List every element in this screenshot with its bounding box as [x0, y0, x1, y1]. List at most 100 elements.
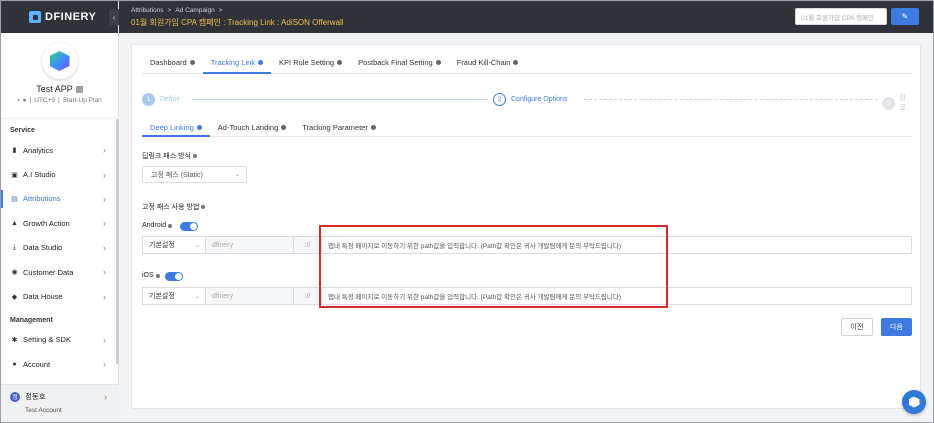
chevron-right-icon: ›: [103, 145, 106, 156]
info-icon: [155, 273, 160, 278]
app-info: Test APP ▪ ● | UTC+9 | Start-Up Plan: [1, 33, 118, 119]
info-icon: [189, 59, 195, 65]
info-icon: [513, 59, 519, 65]
edit-button[interactable]: ✎: [891, 8, 919, 25]
gear-icon: ✱: [11, 336, 18, 344]
sidebar-item-label: Growth Action: [23, 218, 70, 228]
android-scheme-select[interactable]: 기본설정 ⌄: [142, 236, 206, 254]
campaign-name-input[interactable]: 01월 회원가입 CPA 캠페인: [795, 8, 887, 25]
static-usage-label: 고정 패스 사용 방법: [142, 202, 206, 212]
step-configure-options[interactable]: 2 Configure Options: [493, 93, 567, 106]
breadcrumb-ad-campaign[interactable]: Ad Campaign: [175, 7, 214, 14]
sidebar-item-growth-action[interactable]: ▲ Growth Action ›: [1, 211, 118, 235]
sidebar-section-management: Management: [10, 316, 53, 324]
android-label: Android: [142, 222, 173, 229]
ios-toggle[interactable]: [165, 272, 183, 281]
sidebar-item-label: Data Studio: [23, 243, 63, 253]
user-row[interactable]: 정 정동호 ›: [1, 385, 119, 402]
info-icon: [258, 59, 264, 65]
user-profile[interactable]: 정 정동호 › Test Account: [1, 384, 119, 422]
stepper: 1 Define 2 Configure Options 3 완료: [142, 93, 912, 112]
info-icon: [337, 59, 343, 65]
prev-button[interactable]: 이전: [841, 318, 873, 336]
next-button[interactable]: 다음: [881, 318, 912, 336]
app-timezone: UTC+9: [34, 97, 55, 104]
info-icon: [196, 124, 202, 130]
chevron-right-icon: ›: [103, 242, 106, 253]
chevron-right-icon: ›: [103, 169, 106, 180]
tab-fraud-kill-chain[interactable]: Fraud Kill-Chain: [449, 54, 527, 74]
sidebar-item-account[interactable]: ● Account ›: [1, 352, 118, 376]
tab-deep-linking[interactable]: Deep Linking: [142, 120, 210, 137]
divider: |: [58, 97, 60, 104]
android-toggle[interactable]: [180, 222, 198, 231]
sidebar-item-analytics[interactable]: ▮ Analytics ›: [1, 138, 118, 162]
android-domain-field: dfinery: [206, 236, 294, 254]
sidebar-scrollbar[interactable]: [116, 119, 119, 364]
sidebar-item-setting-sdk[interactable]: ✱ Setting & SDK ›: [1, 328, 118, 352]
sidebar-item-data-studio[interactable]: ⤓ Data Studio ›: [1, 236, 118, 260]
sidebar-item-data-house[interactable]: ◆ Data House ›: [1, 284, 118, 308]
sub-tabs: Deep Linking Ad-Touch Landing Tracking P…: [142, 120, 912, 137]
deeplink-path-select[interactable]: 고정 패스 (Static) ⌄: [142, 166, 247, 183]
tab-postback-final-setting[interactable]: Postback Final Setting: [350, 54, 449, 74]
breadcrumb-attributions[interactable]: Attributions: [131, 7, 164, 14]
breadcrumb-separator: >: [167, 7, 172, 14]
ios-deeplink-row: 기본설정 ⌄ dfinery :// 앱내 특정 페이지로 이동하기 위한 pa…: [142, 287, 912, 305]
tab-tracking-link[interactable]: Tracking Link: [202, 54, 272, 74]
main-card: Dashboard Tracking Link KPI Rule Setting…: [131, 44, 921, 409]
tab-kpi-rule-setting[interactable]: KPI Rule Setting: [271, 54, 350, 74]
tab-tracking-parameter[interactable]: Tracking Parameter: [294, 120, 384, 137]
user-name: 정동호: [25, 392, 46, 401]
database-icon: ◆: [11, 293, 18, 301]
app-name: Test APP: [1, 84, 118, 94]
attribution-icon: ▤: [11, 195, 18, 203]
bar-chart-icon: ▮: [12, 147, 17, 155]
sidebar-item-attributions[interactable]: ▤ Attributions ›: [1, 187, 118, 211]
breadcrumb: Attributions > Ad Campaign >: [131, 7, 223, 14]
ios-scheme-select[interactable]: 기본설정 ⌄: [142, 287, 206, 305]
app-settings-icon[interactable]: [75, 85, 83, 93]
chevron-down-icon: ⌄: [234, 172, 240, 178]
user-account: Test Account: [25, 407, 62, 414]
sidebar-item-label: Setting & SDK: [23, 335, 71, 345]
sidebar-item-ai-studio[interactable]: ▣ A.I Studio ›: [1, 162, 118, 186]
app-meta: ▪ ● | UTC+9 | Start-Up Plan: [1, 97, 118, 104]
chevron-right-icon: ›: [103, 218, 106, 229]
chevron-down-icon: ⌄: [194, 293, 200, 300]
apple-icon: ●: [22, 97, 27, 104]
avatar: 정: [10, 391, 20, 402]
android-icon: ▪: [17, 97, 20, 104]
chevron-right-icon: ›: [103, 193, 106, 204]
dfinery-logo-icon: [29, 11, 41, 23]
info-icon: [192, 154, 197, 158]
chevron-down-icon: ⌄: [194, 242, 200, 249]
app-icon[interactable]: [41, 43, 78, 79]
download-icon: ⤓: [12, 243, 17, 251]
main-tabs: Dashboard Tracking Link KPI Rule Setting…: [142, 54, 912, 74]
page-title: 01월 회원가입 CPA 캠페인 : Tracking Link : AdiSO…: [131, 18, 344, 27]
pencil-icon: ✎: [901, 12, 909, 21]
tab-dashboard[interactable]: Dashboard: [142, 54, 203, 74]
app-plan: Start-Up Plan: [62, 97, 102, 104]
step-define[interactable]: 1 Define: [142, 93, 180, 106]
tab-ad-touch-landing[interactable]: Ad-Touch Landing: [210, 120, 294, 137]
breadcrumb-separator: >: [218, 7, 223, 14]
sidebar-item-label: Data House: [23, 292, 63, 302]
help-fab-button[interactable]: [902, 390, 926, 414]
info-icon: [435, 59, 441, 65]
cube-icon: [908, 396, 920, 408]
deeplink-path-label: 딥링크 패스 방식: [142, 151, 197, 161]
collapse-sidebar-button[interactable]: ‹: [109, 9, 119, 25]
step-connector: [192, 99, 488, 100]
ios-path-input[interactable]: 앱내 특정 페이지로 이동하기 위한 path값을 입력합니다. (Path값 …: [322, 287, 912, 305]
chevron-right-icon: ›: [103, 267, 106, 278]
brand-name: DFINERY: [45, 11, 97, 23]
info-icon: [168, 223, 173, 228]
ios-label: iOS: [142, 272, 160, 279]
brand-logo[interactable]: DFINERY: [1, 1, 118, 33]
target-icon: ◉: [11, 269, 18, 277]
step-number: 1: [142, 93, 155, 106]
sidebar-item-customer-data[interactable]: ◉ Customer Data ›: [1, 260, 118, 284]
android-path-input[interactable]: 앱내 특정 페이지로 이동하기 위한 path값을 입력합니다. (Path값 …: [322, 236, 912, 254]
